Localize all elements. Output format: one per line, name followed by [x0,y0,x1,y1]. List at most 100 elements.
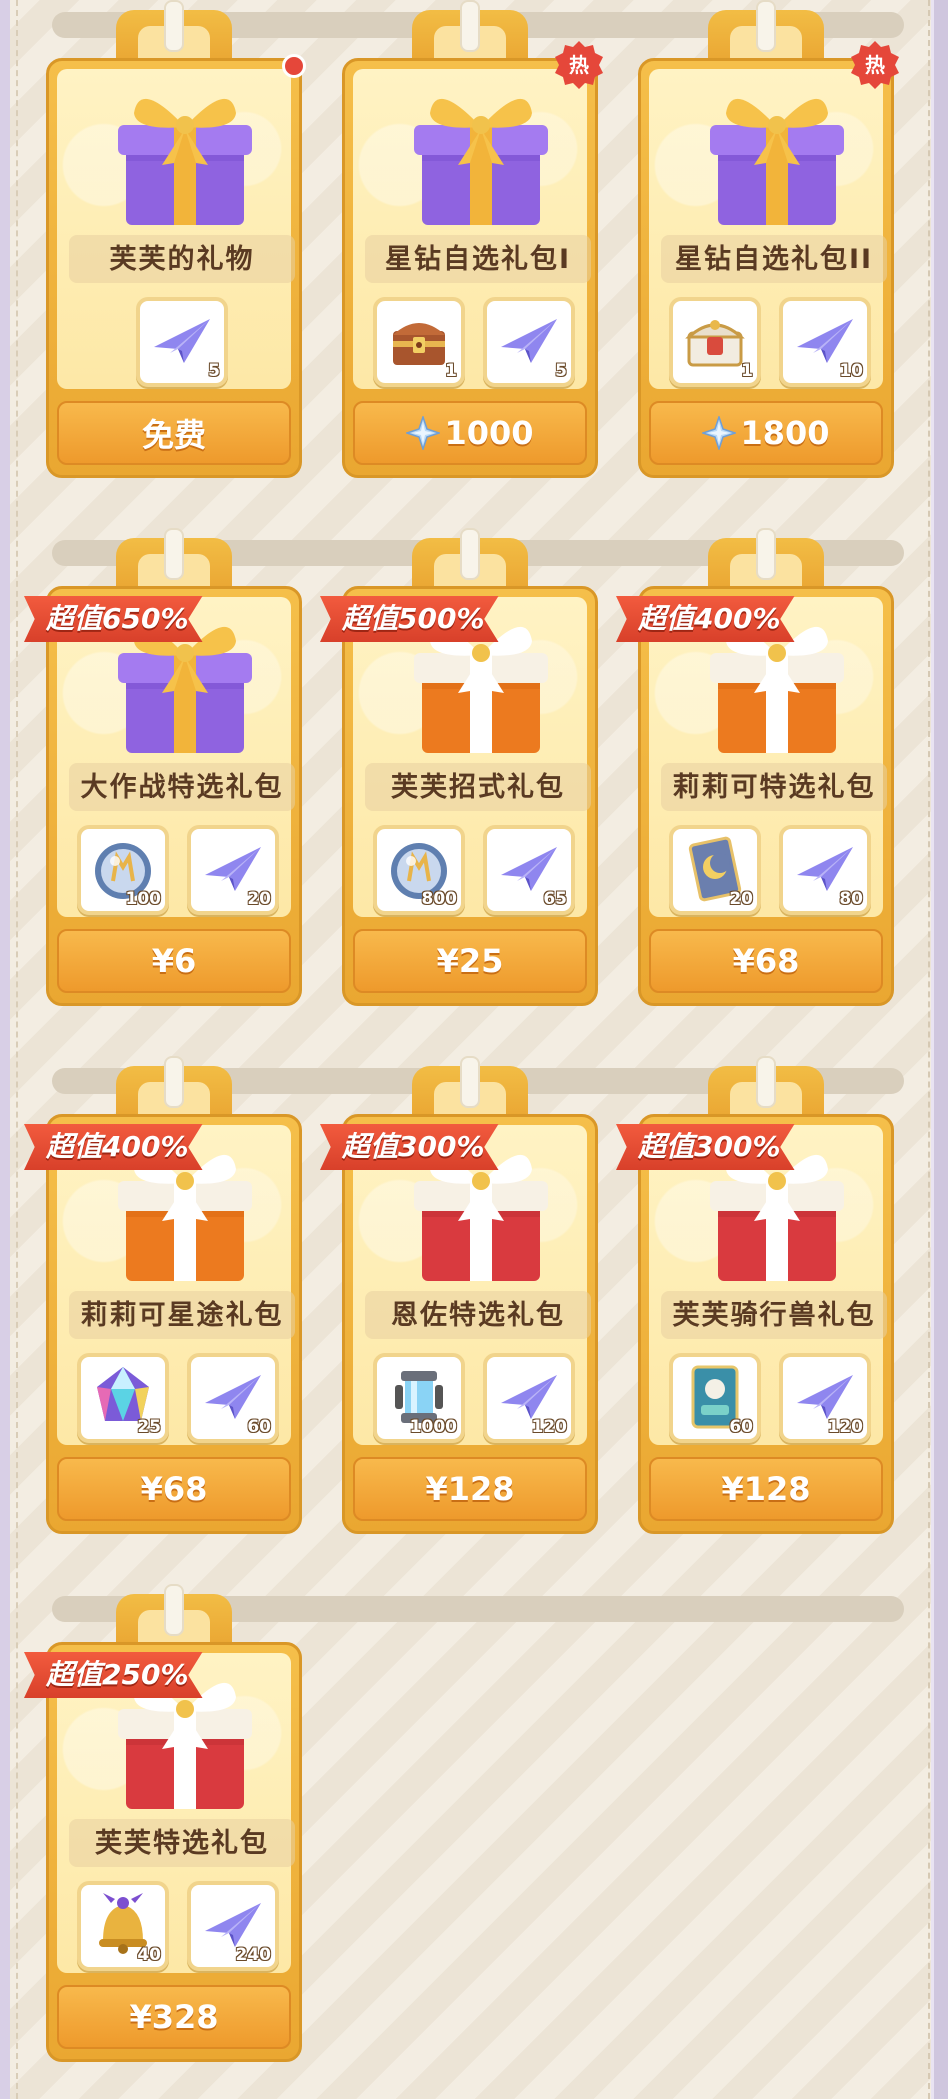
value-ribbon: 超值500% [320,596,499,642]
hanging-pin [164,1584,184,1636]
star-diamond-icon [702,416,737,450]
card-body: 恩佐特选礼包 1000 120 ¥128 [342,1114,598,1534]
gift-pack-card[interactable]: 大作战特选礼包 100 20 ¥6 超值650% [24,528,302,1006]
notification-dot [282,54,306,78]
reward-item[interactable]: 120 [779,1353,871,1443]
pack-name: 莉莉可星途礼包 [80,1300,284,1331]
hanging-pin [460,0,480,52]
card-body: 星钻自选礼包I 1 5 1000 [342,58,598,478]
buy-button[interactable]: ¥68 [57,1457,291,1521]
reward-quantity: 1 [445,361,457,381]
star-diamond-icon [406,416,441,450]
buy-button[interactable]: ¥128 [353,1457,587,1521]
gift-pack-card[interactable]: 莉莉可星途礼包 25 60 ¥68 超值400% [24,1056,302,1534]
gift-pack-card[interactable]: 芙芙特选礼包 40 240 ¥328 超值250% [24,1584,302,2062]
buy-button[interactable]: ¥6 [57,929,291,993]
price-label: ¥68 [140,1470,208,1508]
gift-pack-card[interactable]: 芙芙招式礼包 800 65 ¥25 超值500% [320,528,598,1006]
reward-item[interactable]: 20 [669,825,761,915]
buy-button[interactable]: ¥25 [353,929,587,993]
card-body: 莉莉可特选礼包 20 80 ¥68 [638,586,894,1006]
reward-quantity: 800 [421,889,458,909]
card-panel: 莉莉可星途礼包 25 60 [57,1125,295,1445]
reward-item[interactable]: 1 [373,297,465,387]
reward-item[interactable]: 25 [77,1353,169,1443]
reward-quantity: 25 [137,1417,161,1437]
reward-quantity: 65 [543,889,567,909]
gift-box-icon [692,79,862,229]
gift-pack-card[interactable]: 芙芙骑行兽礼包 60 120 ¥128 超值300% [616,1056,894,1534]
reward-quantity: 1 [741,361,753,381]
gift-pack-card[interactable]: 恩佐特选礼包 1000 120 ¥128 超值300% [320,1056,598,1534]
reward-item[interactable]: 80 [779,825,871,915]
card-panel: 芙芙的礼物 5 [57,69,295,389]
price-label: ¥68 [732,942,800,980]
hanging-pin [756,0,776,52]
card-panel: 星钻自选礼包I 1 5 [353,69,591,389]
reward-item[interactable]: 1000 [373,1353,465,1443]
reward-item[interactable]: 5 [483,297,575,387]
reward-item[interactable]: 60 [187,1353,279,1443]
buy-button[interactable]: 免费 [57,401,291,465]
buy-button[interactable]: 1800 [649,401,883,465]
pack-name: 芙芙特选礼包 [95,1828,269,1859]
buy-button[interactable]: ¥128 [649,1457,883,1521]
reward-item[interactable]: 60 [669,1353,761,1443]
card-panel: 大作战特选礼包 100 20 [57,597,295,917]
card-panel: 芙芙特选礼包 40 240 [57,1653,295,1973]
price-label: ¥328 [129,1998,219,2036]
gift-pack-card[interactable]: 莉莉可特选礼包 20 80 ¥68 超值400% [616,528,894,1006]
hot-badge-label: 热 [569,53,589,77]
gift-box-icon [396,79,566,229]
reward-item[interactable]: 10 [779,297,871,387]
card-body: 芙芙招式礼包 800 65 ¥25 [342,586,598,1006]
reward-item[interactable]: 120 [483,1353,575,1443]
reward-item[interactable]: 1 [669,297,761,387]
pack-name: 星钻自选礼包I [384,244,572,275]
card-panel: 恩佐特选礼包 1000 120 [353,1125,591,1445]
reward-quantity: 120 [531,1417,568,1437]
value-ribbon: 超值400% [24,1124,203,1170]
gift-box-icon [100,79,270,229]
card-panel: 星钻自选礼包II 1 10 [649,69,887,389]
reward-quantity: 100 [125,889,162,909]
reward-item[interactable]: 65 [483,825,575,915]
buy-button[interactable]: 1000 [353,401,587,465]
value-ribbon: 超值400% [616,596,795,642]
card-body: 芙芙骑行兽礼包 60 120 ¥128 [638,1114,894,1534]
hot-badge: 热 [554,40,604,90]
gift-pack-card[interactable]: 星钻自选礼包II 1 10 1800 热 [638,0,899,478]
buy-button[interactable]: ¥68 [649,929,883,993]
value-ribbon: 超值300% [616,1124,795,1170]
reward-quantity: 40 [137,1945,161,1965]
reward-item[interactable]: 5 [136,297,228,387]
card-panel: 芙芙招式礼包 800 65 [353,597,591,917]
hot-badge-label: 热 [865,53,885,77]
price-label: ¥6 [151,942,197,980]
gift-pack-card[interactable]: 芙芙的礼物 5 免费 [46,0,306,478]
reward-item[interactable]: 100 [77,825,169,915]
reward-quantity: 120 [827,1417,864,1437]
pack-name: 芙芙的礼物 [109,244,255,275]
reward-quantity: 1000 [409,1417,457,1437]
hot-badge: 热 [850,40,900,90]
gift-pack-card[interactable]: 星钻自选礼包I 1 5 1000 热 [342,0,603,478]
reward-item[interactable]: 800 [373,825,465,915]
value-ribbon: 超值300% [320,1124,499,1170]
buy-button[interactable]: ¥328 [57,1985,291,2049]
reward-item[interactable]: 40 [77,1881,169,1971]
reward-item[interactable]: 20 [187,825,279,915]
price-label: ¥128 [721,1470,811,1508]
hanging-pin [756,1056,776,1108]
reward-quantity: 240 [235,1945,272,1965]
pack-name: 莉莉可特选礼包 [672,772,876,803]
reward-quantity: 5 [208,361,220,381]
card-body: 芙芙的礼物 5 免费 [46,58,302,478]
pack-name: 芙芙招式礼包 [391,772,565,803]
reward-item[interactable]: 240 [187,1881,279,1971]
reward-quantity: 20 [729,889,753,909]
card-body: 大作战特选礼包 100 20 ¥6 [46,586,302,1006]
card-panel: 莉莉可特选礼包 20 80 [649,597,887,917]
reward-quantity: 5 [555,361,567,381]
value-ribbon: 超值650% [24,596,203,642]
